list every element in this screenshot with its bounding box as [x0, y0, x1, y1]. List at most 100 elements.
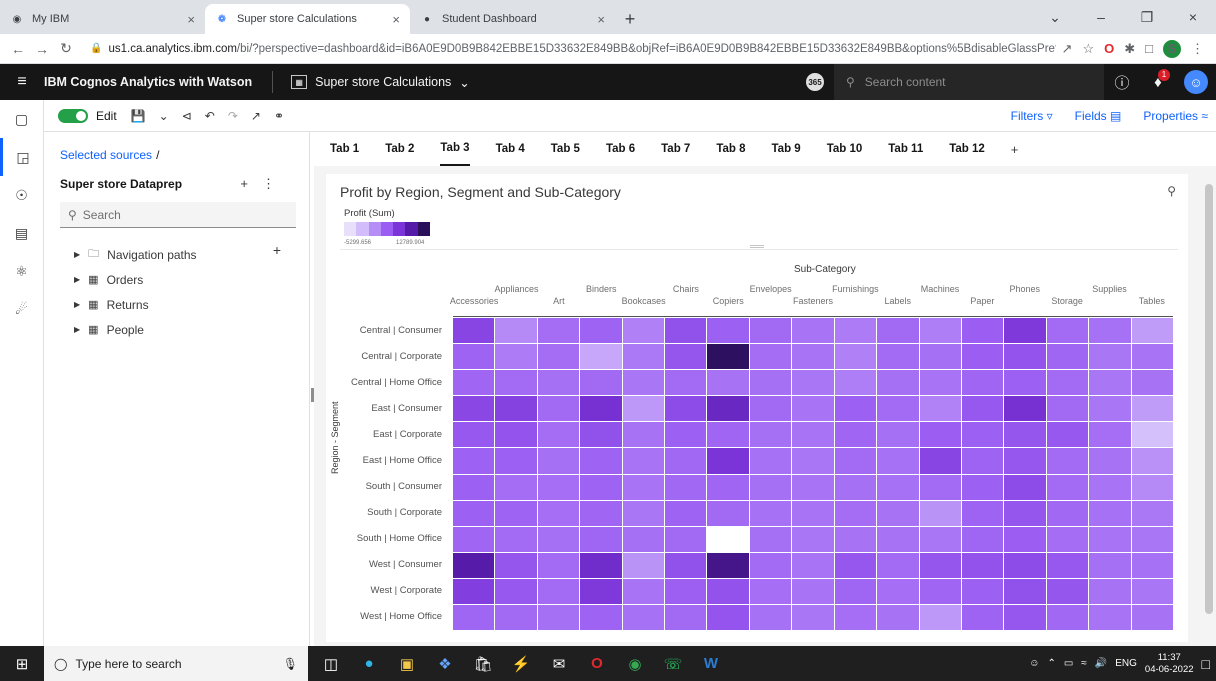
heatmap-cell[interactable]	[834, 604, 877, 630]
heatmap-cell[interactable]	[792, 448, 834, 474]
heatmap-cell[interactable]	[580, 370, 622, 396]
heatmap-cell[interactable]	[919, 552, 961, 578]
heatmap-cell[interactable]	[877, 552, 919, 578]
edit-toggle[interactable]	[58, 108, 88, 123]
close-icon[interactable]: ×	[392, 12, 400, 27]
heatmap-cell[interactable]	[665, 474, 707, 500]
heatmap-cell[interactable]	[834, 526, 877, 552]
undo-icon[interactable]: ↶	[205, 109, 215, 123]
heatmap-cell[interactable]	[1089, 344, 1131, 370]
heatmap-cell[interactable]	[495, 604, 537, 630]
heatmap-cell[interactable]	[1131, 318, 1173, 344]
heatmap-cell[interactable]	[537, 500, 580, 526]
heatmap-cell[interactable]	[1089, 552, 1131, 578]
365-badge[interactable]: 365	[806, 73, 824, 91]
heatmap-cell[interactable]	[707, 604, 749, 630]
heatmap-cell[interactable]	[1046, 370, 1089, 396]
heatmap-cell[interactable]	[919, 422, 961, 448]
heatmap-cell[interactable]	[453, 422, 495, 448]
heatmap-cell[interactable]	[453, 578, 495, 604]
heatmap-cell[interactable]	[580, 500, 622, 526]
heatmap-cell[interactable]	[961, 604, 1004, 630]
heatmap-cell[interactable]	[1046, 526, 1089, 552]
add-icon[interactable]: +	[240, 176, 262, 191]
heatmap-cell[interactable]	[749, 552, 792, 578]
file-explorer-icon[interactable]: ▣	[388, 646, 426, 681]
source-search-input[interactable]: ⚲ Search	[60, 202, 296, 228]
heatmap-cell[interactable]	[580, 604, 622, 630]
dashboard-tab[interactable]: Tab 7	[661, 132, 690, 166]
heatmap-cell[interactable]	[580, 448, 622, 474]
heatmap-cell[interactable]	[1046, 474, 1089, 500]
taskbar-search[interactable]: ◯ Type here to search 🎙	[44, 646, 308, 681]
heatmap-cell[interactable]	[919, 474, 961, 500]
add-tab-icon[interactable]: +	[1011, 142, 1019, 157]
heatmap-cell[interactable]	[580, 318, 622, 344]
heatmap-cell[interactable]	[792, 370, 834, 396]
heatmap-cell[interactable]	[792, 500, 834, 526]
heatmap-cell[interactable]	[495, 500, 537, 526]
heatmap-cell[interactable]	[834, 396, 877, 422]
sidebar-icon[interactable]: □	[1145, 41, 1153, 56]
heatmap-cell[interactable]	[622, 578, 665, 604]
redo-icon[interactable]: ↷	[228, 109, 238, 123]
heatmap-cell[interactable]	[453, 474, 495, 500]
share-icon[interactable]: ⊲	[182, 109, 192, 123]
heatmap-cell[interactable]	[1131, 604, 1173, 630]
heatmap-cell[interactable]	[707, 526, 749, 552]
heatmap-cell[interactable]	[749, 318, 792, 344]
heatmap-cell[interactable]	[537, 344, 580, 370]
heatmap-cell[interactable]	[495, 578, 537, 604]
heatmap-cell[interactable]	[707, 474, 749, 500]
heatmap-cell[interactable]	[665, 448, 707, 474]
lightning-app-icon[interactable]: ⚡	[502, 646, 540, 681]
heatmap-cell[interactable]	[1004, 318, 1046, 344]
tree-item-orders[interactable]: ▶ ▦ Orders	[74, 267, 197, 292]
heatmap-cell[interactable]	[622, 552, 665, 578]
language-indicator[interactable]: ENG	[1115, 658, 1137, 669]
heatmap-cell[interactable]	[834, 500, 877, 526]
heatmap-cell[interactable]	[877, 370, 919, 396]
heatmap-cell[interactable]	[1131, 370, 1173, 396]
heatmap-cell[interactable]	[961, 370, 1004, 396]
heatmap-cell[interactable]	[749, 448, 792, 474]
heatmap-cell[interactable]	[792, 578, 834, 604]
heatmap-cell[interactable]	[707, 500, 749, 526]
heatmap-cell[interactable]	[749, 396, 792, 422]
volume-icon[interactable]: 🔊	[1095, 658, 1107, 669]
heatmap-cell[interactable]	[834, 422, 877, 448]
heatmap-cell[interactable]	[1046, 396, 1089, 422]
heatmap-cell[interactable]	[919, 448, 961, 474]
heatmap-cell[interactable]	[961, 448, 1004, 474]
heatmap-cell[interactable]	[792, 318, 834, 344]
store-icon[interactable]: 🛍	[464, 646, 502, 681]
heatmap-cell[interactable]	[919, 500, 961, 526]
heatmap-cell[interactable]	[749, 526, 792, 552]
tab-search-icon[interactable]: ⌄	[1032, 9, 1078, 26]
tree-item-people[interactable]: ▶ ▦ People	[74, 317, 197, 342]
heatmap-cell[interactable]	[1131, 422, 1173, 448]
opera-icon[interactable]: O	[578, 646, 616, 681]
heatmap-cell[interactable]	[495, 448, 537, 474]
minimize-icon[interactable]: –	[1078, 9, 1124, 25]
heatmap-cell[interactable]	[1046, 318, 1089, 344]
heatmap-cell[interactable]	[1046, 344, 1089, 370]
dashboard-tab[interactable]: Tab 9	[772, 132, 801, 166]
heatmap-cell[interactable]	[1089, 526, 1131, 552]
heatmap-cell[interactable]	[622, 604, 665, 630]
heatmap-cell[interactable]	[580, 344, 622, 370]
heatmap-cell[interactable]	[919, 604, 961, 630]
heatmap-cell[interactable]	[1004, 448, 1046, 474]
heatmap-cell[interactable]	[961, 396, 1004, 422]
heatmap-cell[interactable]	[749, 422, 792, 448]
menu-icon[interactable]: ⋮	[1191, 41, 1204, 57]
heatmap-widget[interactable]: Profit by Region, Segment and Sub-Catego…	[326, 174, 1188, 642]
heatmap-cell[interactable]	[453, 396, 495, 422]
overflow-menu-icon[interactable]: ⋮	[262, 176, 289, 191]
heatmap-cell[interactable]	[1004, 370, 1046, 396]
heatmap-cell[interactable]	[1004, 552, 1046, 578]
heatmap-cell[interactable]	[792, 604, 834, 630]
dashboard-tab[interactable]: Tab 1	[330, 132, 359, 166]
heatmap-cell[interactable]	[877, 448, 919, 474]
heatmap-cell[interactable]	[1131, 500, 1173, 526]
